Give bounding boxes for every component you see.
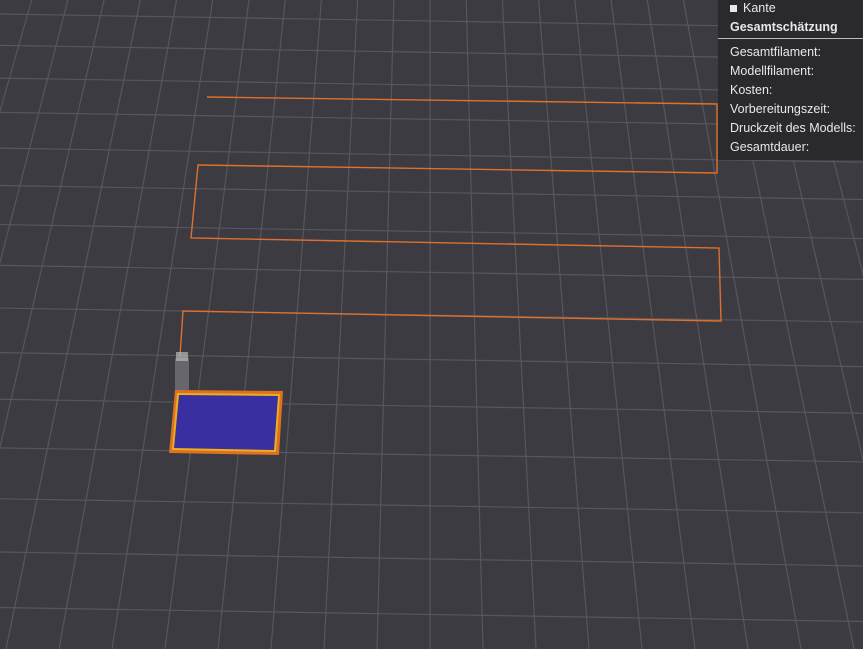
grid-line <box>58 0 178 649</box>
legend-label: Kante <box>743 1 776 15</box>
grid-line <box>111 0 214 649</box>
estimate-row: Kosten: <box>730 83 773 97</box>
estimate-row: Gesamtdauer: <box>730 140 810 154</box>
estimate-row: Druckzeit des Modells: <box>730 121 856 135</box>
grid-line <box>0 223 863 240</box>
grid-line <box>0 398 863 414</box>
grid-line <box>465 0 484 649</box>
grid-line <box>0 447 863 463</box>
model-object[interactable] <box>169 390 283 455</box>
grid-line <box>574 0 643 649</box>
grid-line <box>501 0 537 649</box>
legend-item: Kante <box>718 0 863 16</box>
nozzle-icon <box>175 352 189 390</box>
divider <box>718 38 863 39</box>
estimate-row: Modellfilament: <box>730 64 815 78</box>
estimate-title: Gesamtschätzung <box>730 20 838 34</box>
slice-info-panel: Kante Gesamtschätzung Gesamtfilament: Mo… <box>718 0 863 160</box>
grid-line <box>0 606 863 623</box>
estimate-row: Vorbereitungszeit: <box>730 102 831 116</box>
grid-line <box>0 498 863 514</box>
grid-line <box>5 0 141 649</box>
grid-line <box>323 0 359 649</box>
grid-line <box>538 0 590 649</box>
grid-line <box>0 184 863 201</box>
grid-line <box>0 352 863 368</box>
legend-swatch <box>730 5 737 12</box>
grid-line <box>610 0 696 649</box>
grid-line <box>376 0 395 649</box>
estimate-row: Gesamtfilament: <box>730 45 822 59</box>
